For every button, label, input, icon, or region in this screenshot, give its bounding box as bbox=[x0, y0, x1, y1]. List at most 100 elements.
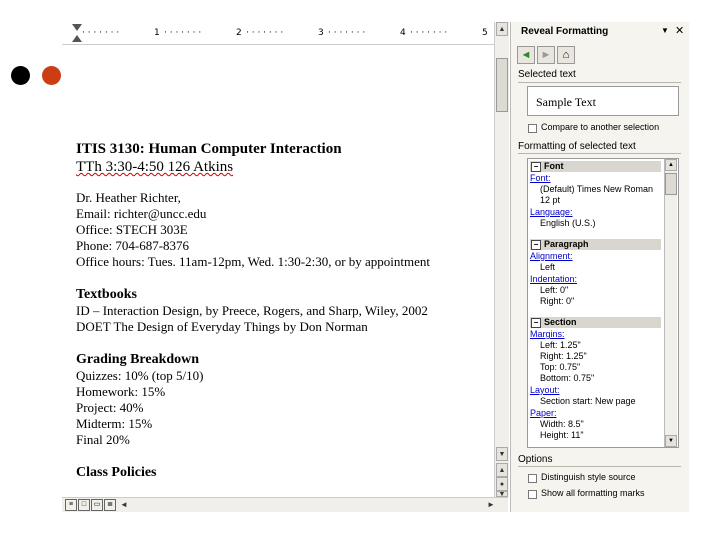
distinguish-style-checkbox[interactable] bbox=[528, 474, 537, 483]
divider bbox=[518, 153, 681, 154]
font-link[interactable]: Font: bbox=[530, 173, 551, 183]
layout-value: Section start: New page bbox=[540, 396, 636, 406]
divider bbox=[518, 466, 681, 467]
scroll-down-button[interactable]: ▼ bbox=[496, 447, 508, 461]
schedule-text: TTh 3:30-4:50 126 Atkins bbox=[76, 159, 234, 175]
pane-menu-icon[interactable]: ▼ bbox=[661, 26, 669, 35]
margin-left-value: Left: 1.25" bbox=[540, 340, 581, 350]
grading-line: Final 20% bbox=[76, 432, 130, 447]
grading-line: Project: 40% bbox=[76, 400, 144, 415]
policies-heading: Class Policies bbox=[76, 465, 157, 480]
home-icon[interactable]: ⌂ bbox=[557, 46, 575, 64]
ruler-dots: · · · · · · · bbox=[328, 28, 366, 38]
ruler-tick-2: 2 bbox=[236, 28, 242, 38]
formatting-list-scrollbar[interactable]: ▲ ▼ bbox=[664, 159, 677, 447]
document-body[interactable]: ITIS 3130: Human Computer Interaction TT… bbox=[76, 140, 486, 481]
textbooks-heading: Textbooks bbox=[76, 287, 137, 302]
pane-toolbar: ◄ ► ⌂ bbox=[515, 46, 591, 64]
font-size-value: 12 pt bbox=[540, 195, 561, 205]
pane-title: Reveal Formatting bbox=[521, 26, 609, 37]
collapse-icon[interactable]: − bbox=[531, 240, 541, 250]
formatting-list[interactable]: − Font Font: (Default) Times New Roman 12… bbox=[527, 158, 679, 448]
scroll-up-button[interactable]: ▲ bbox=[496, 22, 508, 36]
formatting-label: Formatting of selected text bbox=[518, 141, 636, 152]
paper-height-value: Height: 11" bbox=[540, 430, 584, 440]
print-view-button[interactable]: ▭ bbox=[91, 499, 103, 511]
alignment-value: Left bbox=[540, 262, 556, 272]
bullet-dot-orange bbox=[42, 66, 61, 85]
pane-titlebar: Reveal Formatting ▼ ✕ bbox=[511, 22, 689, 42]
horizontal-ruler[interactable]: · · · · · · · 1 · · · · · · · 2 · · · · … bbox=[62, 22, 496, 45]
reveal-formatting-pane: Reveal Formatting ▼ ✕ ◄ ► ⌂ Selected tex… bbox=[510, 22, 689, 512]
list-scroll-down-button[interactable]: ▼ bbox=[665, 435, 677, 447]
office-hours-line: Office hours: Tues. 11am-12pm, Wed. 1:30… bbox=[76, 254, 431, 269]
previous-page-button[interactable]: ▲ bbox=[496, 463, 508, 477]
scroll-thumb[interactable] bbox=[496, 58, 508, 112]
pane-close-icon[interactable]: ✕ bbox=[675, 24, 684, 37]
collapse-icon[interactable]: − bbox=[531, 318, 541, 328]
ruler-tick-3: 3 bbox=[318, 28, 324, 38]
textbook-line-1: ID – Interaction Design, by Preece, Roge… bbox=[76, 303, 428, 318]
selected-text-label: Selected text bbox=[518, 69, 576, 80]
office-line: Office: STECH 303E bbox=[76, 222, 188, 237]
paper-width-value: Width: 8.5" bbox=[540, 419, 584, 429]
phone-line: Phone: 704-687-8376 bbox=[76, 238, 190, 253]
ruler-dots: · · · · · · · bbox=[82, 28, 120, 38]
show-formatting-marks-label: Show all formatting marks bbox=[541, 488, 645, 498]
grading-line: Quizzes: 10% (top 5/10) bbox=[76, 368, 204, 383]
paragraph-section-header[interactable]: − Paragraph bbox=[530, 239, 661, 250]
compare-checkbox[interactable] bbox=[528, 124, 537, 133]
web-view-button[interactable]: □ bbox=[78, 499, 90, 511]
collapse-icon[interactable]: − bbox=[531, 162, 541, 172]
grading-line: Homework: 15% bbox=[76, 384, 166, 399]
scroll-right-icon[interactable]: ► bbox=[487, 500, 495, 509]
grading-line: Midterm: 15% bbox=[76, 416, 153, 431]
document-horizontal-bar[interactable]: ≡ □ ▭ ≣ ◄ ► bbox=[62, 497, 508, 512]
list-scroll-thumb[interactable] bbox=[665, 173, 677, 195]
font-section-header[interactable]: − Font bbox=[530, 161, 661, 172]
ruler-dots: · · · · · · · bbox=[246, 28, 284, 38]
indent-right-value: Right: 0" bbox=[540, 296, 575, 306]
alignment-link[interactable]: Alignment: bbox=[530, 251, 573, 261]
course-schedule: TTh 3:30-4:50 126 Atkins bbox=[76, 158, 486, 176]
margin-bottom-value: Bottom: 0.75" bbox=[540, 373, 595, 383]
show-formatting-marks-checkbox[interactable] bbox=[528, 490, 537, 499]
font-value: (Default) Times New Roman bbox=[540, 184, 654, 194]
instructor-line: Dr. Heather Richter, bbox=[76, 190, 181, 205]
ruler-tick-5: 5 bbox=[482, 28, 488, 38]
scroll-left-icon[interactable]: ◄ bbox=[120, 500, 128, 509]
ruler-dots: · · · · · · · bbox=[410, 28, 448, 38]
textbook-line-2: DOET The Design of Everyday Things by Do… bbox=[76, 319, 368, 334]
hanging-indent-marker[interactable] bbox=[72, 35, 82, 42]
margins-link[interactable]: Margins: bbox=[530, 329, 565, 339]
indentation-link[interactable]: Indentation: bbox=[530, 274, 577, 284]
bullet-dot-black bbox=[11, 66, 30, 85]
margin-top-value: Top: 0.75" bbox=[540, 362, 581, 372]
back-icon[interactable]: ◄ bbox=[517, 46, 535, 64]
list-scroll-up-button[interactable]: ▲ bbox=[665, 159, 677, 171]
ruler-dots: · · · · · · · bbox=[164, 28, 202, 38]
outline-view-button[interactable]: ≣ bbox=[104, 499, 116, 511]
section-section-header[interactable]: − Section bbox=[530, 317, 661, 328]
ruler-tick-4: 4 bbox=[400, 28, 406, 38]
paper-link[interactable]: Paper: bbox=[530, 408, 557, 418]
ruler-tick-1: 1 bbox=[154, 28, 160, 38]
compare-label: Compare to another selection bbox=[541, 122, 660, 132]
email-line: Email: richter@uncc.edu bbox=[76, 206, 207, 221]
grading-heading: Grading Breakdown bbox=[76, 352, 200, 367]
normal-view-button[interactable]: ≡ bbox=[65, 499, 77, 511]
first-line-indent-marker[interactable] bbox=[72, 24, 82, 31]
document-vertical-scrollbar[interactable]: ▲ ▼ ▲ ● ▼ bbox=[494, 22, 509, 498]
distinguish-style-label: Distinguish style source bbox=[541, 472, 636, 482]
forward-icon[interactable]: ► bbox=[537, 46, 555, 64]
layout-link[interactable]: Layout: bbox=[530, 385, 560, 395]
select-browse-object-button[interactable]: ● bbox=[496, 477, 508, 491]
language-link[interactable]: Language: bbox=[530, 207, 573, 217]
course-title: ITIS 3130: Human Computer Interaction bbox=[76, 141, 342, 157]
margin-right-value: Right: 1.25" bbox=[540, 351, 587, 361]
sample-text-box: Sample Text bbox=[527, 86, 679, 116]
divider bbox=[518, 82, 681, 83]
language-value: English (U.S.) bbox=[540, 218, 596, 228]
options-label: Options bbox=[518, 454, 553, 465]
indent-left-value: Left: 0" bbox=[540, 285, 569, 295]
